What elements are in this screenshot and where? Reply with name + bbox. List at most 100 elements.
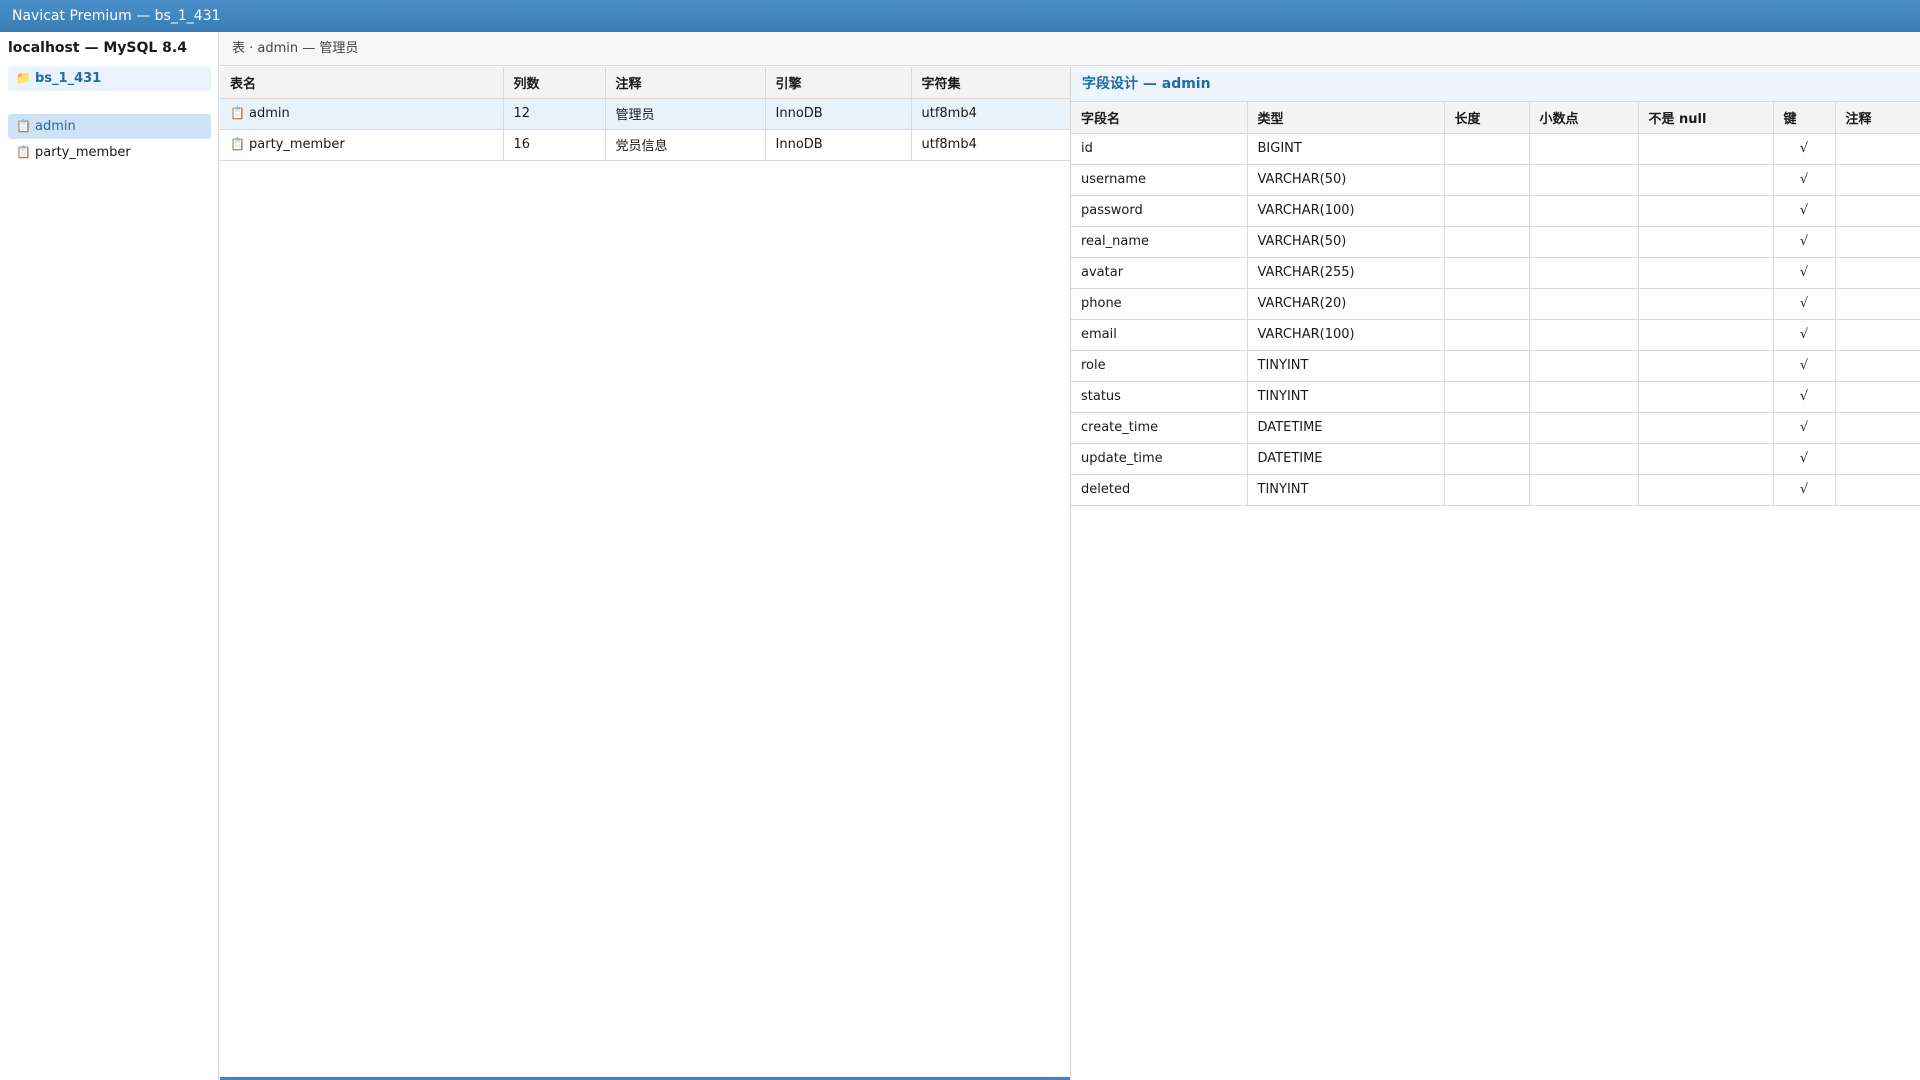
comment-cell[interactable]: 党员信息 bbox=[605, 129, 766, 161]
field-name-cell[interactable]: password bbox=[1071, 195, 1248, 227]
field-type-cell[interactable]: VARCHAR(255) bbox=[1247, 257, 1445, 289]
field-key-cell[interactable]: √ bbox=[1773, 474, 1836, 506]
field-comment-cell[interactable] bbox=[1835, 474, 1920, 506]
field-length-cell[interactable] bbox=[1444, 381, 1530, 413]
field-comment-cell[interactable] bbox=[1835, 443, 1920, 475]
field-name-cell[interactable]: status bbox=[1071, 381, 1248, 413]
field-key-cell[interactable]: √ bbox=[1773, 319, 1836, 351]
field-not-null-cell[interactable] bbox=[1638, 195, 1774, 227]
field-row[interactable]: phone VARCHAR(20) √ bbox=[1071, 288, 1920, 320]
engine-cell[interactable]: InnoDB bbox=[765, 129, 912, 161]
field-not-null-cell[interactable] bbox=[1638, 443, 1774, 475]
field-length-cell[interactable] bbox=[1444, 257, 1530, 289]
field-row[interactable]: id BIGINT √ bbox=[1071, 133, 1920, 165]
field-key-cell[interactable]: √ bbox=[1773, 195, 1836, 227]
field-decimals-cell[interactable] bbox=[1529, 133, 1639, 165]
column-header-decimals[interactable]: 小数点 bbox=[1529, 102, 1639, 134]
field-type-cell[interactable]: VARCHAR(100) bbox=[1247, 195, 1445, 227]
field-name-cell[interactable]: email bbox=[1071, 319, 1248, 351]
field-length-cell[interactable] bbox=[1444, 226, 1530, 258]
field-decimals-cell[interactable] bbox=[1529, 195, 1639, 227]
column-header-not-null[interactable]: 不是 null bbox=[1638, 102, 1774, 134]
field-name-cell[interactable]: real_name bbox=[1071, 226, 1248, 258]
field-decimals-cell[interactable] bbox=[1529, 164, 1639, 196]
field-length-cell[interactable] bbox=[1444, 195, 1530, 227]
field-type-cell[interactable]: VARCHAR(50) bbox=[1247, 164, 1445, 196]
table-name-cell[interactable]: 📋 party_member bbox=[220, 129, 504, 161]
field-name-cell[interactable]: create_time bbox=[1071, 412, 1248, 444]
field-name-cell[interactable]: username bbox=[1071, 164, 1248, 196]
field-length-cell[interactable] bbox=[1444, 133, 1530, 165]
field-type-cell[interactable]: TINYINT bbox=[1247, 381, 1445, 413]
field-type-cell[interactable]: VARCHAR(20) bbox=[1247, 288, 1445, 320]
field-not-null-cell[interactable] bbox=[1638, 350, 1774, 382]
field-name-cell[interactable]: avatar bbox=[1071, 257, 1248, 289]
field-length-cell[interactable] bbox=[1444, 443, 1530, 475]
field-length-cell[interactable] bbox=[1444, 319, 1530, 351]
column-header-name[interactable]: 表名 bbox=[220, 67, 504, 99]
field-key-cell[interactable]: √ bbox=[1773, 133, 1836, 165]
engine-cell[interactable]: InnoDB bbox=[765, 98, 912, 130]
field-not-null-cell[interactable] bbox=[1638, 474, 1774, 506]
field-row[interactable]: update_time DATETIME √ bbox=[1071, 443, 1920, 475]
field-key-cell[interactable]: √ bbox=[1773, 350, 1836, 382]
field-not-null-cell[interactable] bbox=[1638, 319, 1774, 351]
table-row[interactable]: 📋 party_member 16 党员信息 InnoDB utf8mb4 bbox=[220, 129, 1071, 161]
column-header-engine[interactable]: 引擎 bbox=[765, 67, 912, 99]
column-header-comment[interactable]: 注释 bbox=[605, 67, 766, 99]
field-comment-cell[interactable] bbox=[1835, 133, 1920, 165]
field-comment-cell[interactable] bbox=[1835, 412, 1920, 444]
comment-cell[interactable]: 管理员 bbox=[605, 98, 766, 130]
field-comment-cell[interactable] bbox=[1835, 195, 1920, 227]
field-type-cell[interactable]: DATETIME bbox=[1247, 443, 1445, 475]
field-key-cell[interactable]: √ bbox=[1773, 257, 1836, 289]
field-type-cell[interactable]: TINYINT bbox=[1247, 474, 1445, 506]
field-decimals-cell[interactable] bbox=[1529, 257, 1639, 289]
field-comment-cell[interactable] bbox=[1835, 226, 1920, 258]
field-key-cell[interactable]: √ bbox=[1773, 288, 1836, 320]
field-decimals-cell[interactable] bbox=[1529, 288, 1639, 320]
field-row[interactable]: status TINYINT √ bbox=[1071, 381, 1920, 413]
field-comment-cell[interactable] bbox=[1835, 288, 1920, 320]
field-name-cell[interactable]: deleted bbox=[1071, 474, 1248, 506]
field-key-cell[interactable]: √ bbox=[1773, 226, 1836, 258]
field-length-cell[interactable] bbox=[1444, 350, 1530, 382]
field-not-null-cell[interactable] bbox=[1638, 381, 1774, 413]
field-length-cell[interactable] bbox=[1444, 412, 1530, 444]
field-length-cell[interactable] bbox=[1444, 288, 1530, 320]
field-row[interactable]: create_time DATETIME √ bbox=[1071, 412, 1920, 444]
field-row[interactable]: email VARCHAR(100) √ bbox=[1071, 319, 1920, 351]
column-header-length[interactable]: 长度 bbox=[1444, 102, 1530, 134]
field-type-cell[interactable]: BIGINT bbox=[1247, 133, 1445, 165]
field-row[interactable]: password VARCHAR(100) √ bbox=[1071, 195, 1920, 227]
field-comment-cell[interactable] bbox=[1835, 319, 1920, 351]
charset-cell[interactable]: utf8mb4 bbox=[911, 98, 1071, 130]
field-row[interactable]: deleted TINYINT √ bbox=[1071, 474, 1920, 506]
column-header-comment[interactable]: 注释 bbox=[1835, 102, 1920, 134]
field-decimals-cell[interactable] bbox=[1529, 226, 1639, 258]
field-length-cell[interactable] bbox=[1444, 474, 1530, 506]
field-row[interactable]: role TINYINT √ bbox=[1071, 350, 1920, 382]
field-comment-cell[interactable] bbox=[1835, 381, 1920, 413]
field-row[interactable]: real_name VARCHAR(50) √ bbox=[1071, 226, 1920, 258]
column-header-count[interactable]: 列数 bbox=[503, 67, 606, 99]
column-header-key[interactable]: 键 bbox=[1773, 102, 1836, 134]
field-name-cell[interactable]: update_time bbox=[1071, 443, 1248, 475]
field-key-cell[interactable]: √ bbox=[1773, 381, 1836, 413]
field-not-null-cell[interactable] bbox=[1638, 226, 1774, 258]
field-name-cell[interactable]: phone bbox=[1071, 288, 1248, 320]
field-not-null-cell[interactable] bbox=[1638, 164, 1774, 196]
column-count-cell[interactable]: 12 bbox=[503, 98, 606, 130]
field-length-cell[interactable] bbox=[1444, 164, 1530, 196]
table-row[interactable]: 📋 admin 12 管理员 InnoDB utf8mb4 bbox=[220, 98, 1071, 130]
field-decimals-cell[interactable] bbox=[1529, 350, 1639, 382]
field-type-cell[interactable]: DATETIME bbox=[1247, 412, 1445, 444]
field-type-cell[interactable]: VARCHAR(100) bbox=[1247, 319, 1445, 351]
field-not-null-cell[interactable] bbox=[1638, 412, 1774, 444]
field-row[interactable]: username VARCHAR(50) √ bbox=[1071, 164, 1920, 196]
field-name-cell[interactable]: id bbox=[1071, 133, 1248, 165]
table-name-cell[interactable]: 📋 admin bbox=[220, 98, 504, 130]
column-count-cell[interactable]: 16 bbox=[503, 129, 606, 161]
column-header-type[interactable]: 类型 bbox=[1247, 102, 1445, 134]
column-header-charset[interactable]: 字符集 bbox=[911, 67, 1071, 99]
